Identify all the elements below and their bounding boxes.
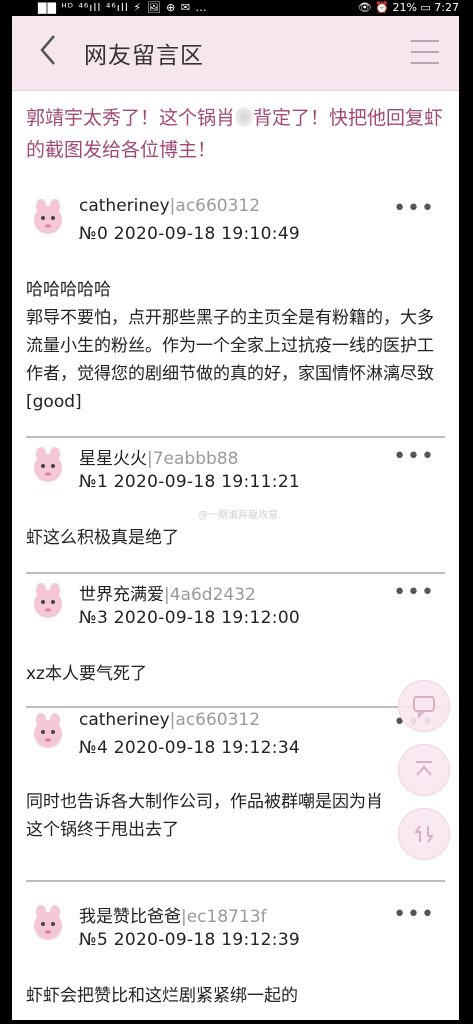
username[interactable]: 我是赞比爸爸|ec18713f — [79, 902, 267, 927]
more-options-icon[interactable]: ••• — [393, 446, 435, 468]
user-id: |4a6d2432 — [164, 585, 256, 605]
comment-body: xz本人要气死了 — [26, 664, 147, 684]
divider — [26, 436, 445, 438]
screen: ▇▇ ᴴᴰ ⁴⁶ıll ⁴⁶ıll ⚡ 🖼 ⊕ ✉ … 👁 ⏰ 21% ▭ 7:… — [0, 0, 473, 1024]
user-id: |ac660312 — [169, 710, 261, 730]
post-meta: №4 2020-09-18 19:12:34 — [79, 738, 301, 758]
menu-icon — [411, 40, 439, 42]
user-id: |ac660312 — [169, 196, 261, 216]
avatar-icon[interactable] — [30, 710, 66, 752]
header: 网友留言区 — [12, 16, 459, 91]
page-title: 网友留言区 — [84, 43, 204, 69]
more-options-icon[interactable]: ••• — [393, 582, 435, 604]
comment-body: 虾这么积极真是绝了 — [26, 528, 179, 548]
post-meta: №1 2020-09-18 19:11:21 — [79, 472, 301, 492]
post-meta: №3 2020-09-18 19:12:00 — [79, 608, 301, 628]
topic-title: 郭靖宇太秀了！这个锅肖 背定了！快把他回复虾的截图发给各位博主！ — [26, 102, 446, 166]
username[interactable]: 世界充满爱|4a6d2432 — [79, 580, 256, 605]
avatar-icon[interactable] — [30, 196, 66, 238]
username[interactable]: catheriney|ac660312 — [79, 196, 260, 216]
swap-icon — [414, 825, 434, 843]
topic-text-1: 郭靖宇太秀了！这个锅肖 — [26, 107, 236, 129]
comment-body: 同时也告诉各大制作公司，作品被群嘲是因为肖 这个锅终于甩出去了 — [26, 792, 383, 840]
username[interactable]: 星星火火|7eabbb88 — [79, 444, 238, 469]
user-id: |ec18713f — [181, 907, 267, 927]
chevron-left-icon — [40, 35, 55, 65]
comment-body: 哈哈哈哈哈 郭导不要怕，点开那些黑子的主页全是有粉籍的，大多流量小生的粉丝。作为… — [26, 280, 434, 412]
comment-body: 虾虾会把赞比和这烂剧紧紧绑一起的 — [26, 986, 298, 1006]
refresh-button[interactable] — [398, 808, 450, 860]
divider — [26, 706, 445, 708]
scroll-top-button[interactable] — [398, 744, 450, 796]
post-meta: №5 2020-09-18 19:12:39 — [79, 930, 301, 950]
arrow-up-icon — [416, 761, 432, 776]
status-right: 👁 ⏰ 21% ▭ 7:27 — [357, 1, 459, 14]
reply-button[interactable] — [398, 680, 450, 732]
avatar-icon[interactable] — [30, 580, 66, 622]
back-button[interactable] — [38, 32, 72, 72]
avatar-icon[interactable] — [30, 444, 66, 486]
divider — [26, 572, 445, 574]
user-id: |7eabbb88 — [147, 449, 239, 469]
status-bar: ▇▇ ᴴᴰ ⁴⁶ıll ⁴⁶ıll ⚡ 🖼 ⊕ ✉ … 👁 ⏰ 21% ▭ 7:… — [0, 0, 473, 16]
chat-bubble-icon — [413, 696, 435, 719]
post-meta: №0 2020-09-18 19:10:49 — [79, 224, 301, 244]
home-bar — [0, 1020, 473, 1024]
blur-mask — [235, 107, 254, 127]
divider — [26, 880, 445, 882]
more-options-icon[interactable]: ••• — [393, 198, 435, 220]
status-left: ▇▇ ᴴᴰ ⁴⁶ıll ⁴⁶ıll ⚡ 🖼 ⊕ ✉ … — [38, 1, 208, 14]
app-container: 网友留言区 郭靖宇太秀了！这个锅肖 背定了！快把他回复虾的截图发给各位博主！ ca… — [12, 16, 459, 1020]
more-options-icon[interactable]: ••• — [393, 904, 435, 926]
avatar-icon[interactable] — [30, 902, 66, 944]
menu-button[interactable] — [411, 40, 439, 64]
username[interactable]: catheriney|ac660312 — [79, 710, 260, 730]
watermark: @一期谁弃疲攻意 — [198, 510, 278, 521]
